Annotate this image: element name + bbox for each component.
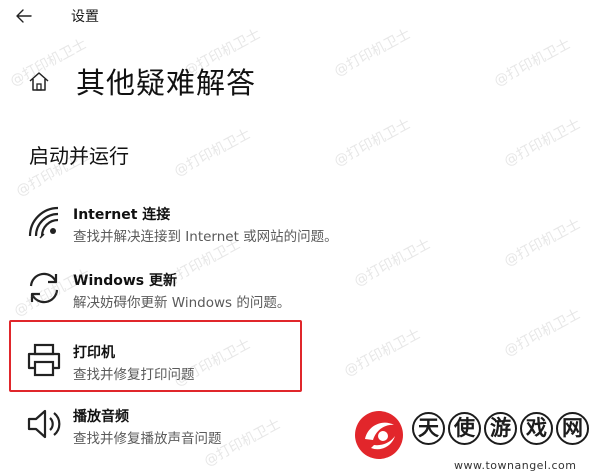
troubleshooter-internet[interactable]: Internet 连接 查找并解决连接到 Internet 或网站的问题。: [20, 200, 440, 252]
brand-logo-icon: [355, 411, 403, 459]
item-description: 解决妨碍你更新 Windows 的问题。: [73, 295, 291, 311]
watermark-text: @打印机卫士: [171, 126, 254, 180]
wifi-icon: [28, 206, 59, 239]
page-title: 其他疑难解答: [76, 66, 257, 100]
watermark-text: @打印机卫士: [491, 36, 574, 90]
window-title: 设置: [71, 9, 99, 25]
watermark-text: @打印机卫士: [331, 116, 414, 170]
watermark-text: @打印机卫士: [501, 306, 584, 360]
brand-char: 天: [412, 412, 445, 445]
brand-char: 使: [448, 412, 481, 445]
speaker-icon: [27, 409, 61, 439]
settings-window: 设置 其他疑难解答 启动并运行 Internet 连接 查找并解决连接到 Int…: [0, 0, 600, 475]
brand-name: 天 使 游 戏 网: [412, 412, 589, 445]
brand-char: 游: [484, 412, 517, 445]
item-description: 查找并修复播放声音问题: [73, 431, 222, 447]
item-label: Internet 连接: [73, 207, 171, 223]
watermark-text: @打印机卫士: [501, 116, 584, 170]
brand-char: 网: [556, 412, 589, 445]
brand-char: 戏: [520, 412, 553, 445]
troubleshooter-windows-update[interactable]: Windows 更新 解决妨碍你更新 Windows 的问题。: [20, 266, 440, 318]
item-label: Windows 更新: [73, 273, 177, 289]
back-arrow-icon[interactable]: [14, 6, 34, 26]
item-description: 查找并解决连接到 Internet 或网站的问题。: [73, 229, 338, 245]
home-icon[interactable]: [28, 70, 50, 92]
sync-icon: [29, 272, 59, 304]
brand-url: www.townangel.com: [454, 459, 577, 472]
item-label: 播放音频: [73, 409, 129, 425]
brand-watermark: 天 使 游 戏 网 www.townangel.com: [350, 408, 600, 475]
watermark-text: @打印机卫士: [501, 216, 584, 270]
title-bar: 设置: [0, 0, 600, 34]
highlight-box: [9, 320, 302, 392]
section-title: 启动并运行: [29, 144, 129, 168]
